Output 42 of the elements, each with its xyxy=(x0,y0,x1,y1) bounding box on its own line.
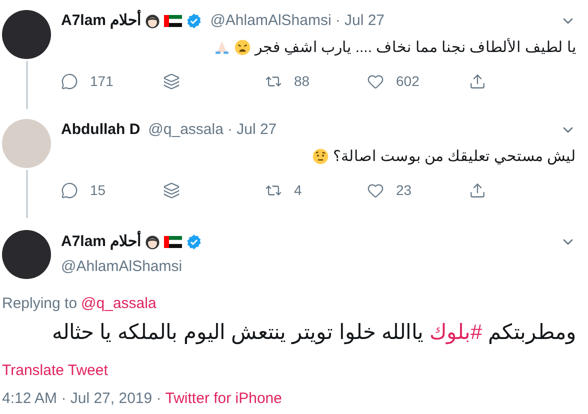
tweet-time[interactable]: · Jul 27 xyxy=(227,119,277,142)
layers-icon[interactable] xyxy=(163,182,180,199)
folded-hands-emoji-icon xyxy=(214,39,230,56)
layers-icon[interactable] xyxy=(163,73,180,90)
user-handle[interactable]: @AhlamAlShamsi xyxy=(210,10,332,32)
user-name[interactable]: A7lam أحلام xyxy=(61,231,142,254)
source-link[interactable]: Twitter for iPhone xyxy=(165,388,282,410)
hashtag-link[interactable]: #بلوك xyxy=(429,320,482,344)
tweet-timestamp[interactable]: 4:12 AM · Jul 27, 2019 · xyxy=(2,388,162,410)
replying-to-link[interactable]: @q_assala xyxy=(81,293,156,316)
like-icon[interactable] xyxy=(367,73,384,90)
stat-count: 4 xyxy=(294,181,302,200)
woman-emoji-icon xyxy=(145,14,160,29)
stat-count: 15 xyxy=(90,181,106,200)
raised-eyebrow-face-emoji-icon xyxy=(312,148,330,166)
tweet-text: ليش مستحي تعليقك من بوست اصالة؟ xyxy=(333,146,576,167)
stat-count: 88 xyxy=(294,72,310,91)
flag-icon xyxy=(164,15,182,28)
reply-icon[interactable] xyxy=(61,182,78,199)
avatar-photo[interactable] xyxy=(2,230,51,279)
woman-emoji-icon xyxy=(145,234,160,250)
stat-count: 23 xyxy=(396,181,412,200)
user-name[interactable]: Abdullah D xyxy=(61,119,140,142)
avatar-photo[interactable] xyxy=(2,10,51,59)
user-handle[interactable]: @AhlamAlShamsi xyxy=(61,256,182,278)
user-name[interactable]: A7lam أحلام xyxy=(61,10,142,32)
weary-face-emoji-icon xyxy=(234,39,251,56)
tweet-text: يا لطيف الألطاف نجنا مما نخاف .... يارب اشفِ فجر xyxy=(254,37,576,58)
verified-badge-icon xyxy=(186,234,202,250)
flag-icon xyxy=(164,236,182,248)
share-icon[interactable] xyxy=(469,73,486,90)
verified-badge-icon xyxy=(186,13,202,30)
like-icon[interactable] xyxy=(367,182,384,199)
tweet-text: ومطربتكم #بلوك ياالله خلوا تويتر ينتعش اليوم بالملكه يا حثاله xyxy=(50,320,576,346)
stat-count: 171 xyxy=(90,72,114,91)
reply-icon[interactable] xyxy=(61,73,78,90)
replying-label: Replying to xyxy=(2,294,78,314)
tweet-time[interactable]: · Jul 27 xyxy=(335,10,385,32)
share-icon[interactable] xyxy=(469,182,486,199)
stat-count: 602 xyxy=(396,72,420,91)
user-handle[interactable]: @q_assala xyxy=(148,119,224,142)
translate-tweet-link[interactable]: Translate Tweet xyxy=(2,360,108,382)
